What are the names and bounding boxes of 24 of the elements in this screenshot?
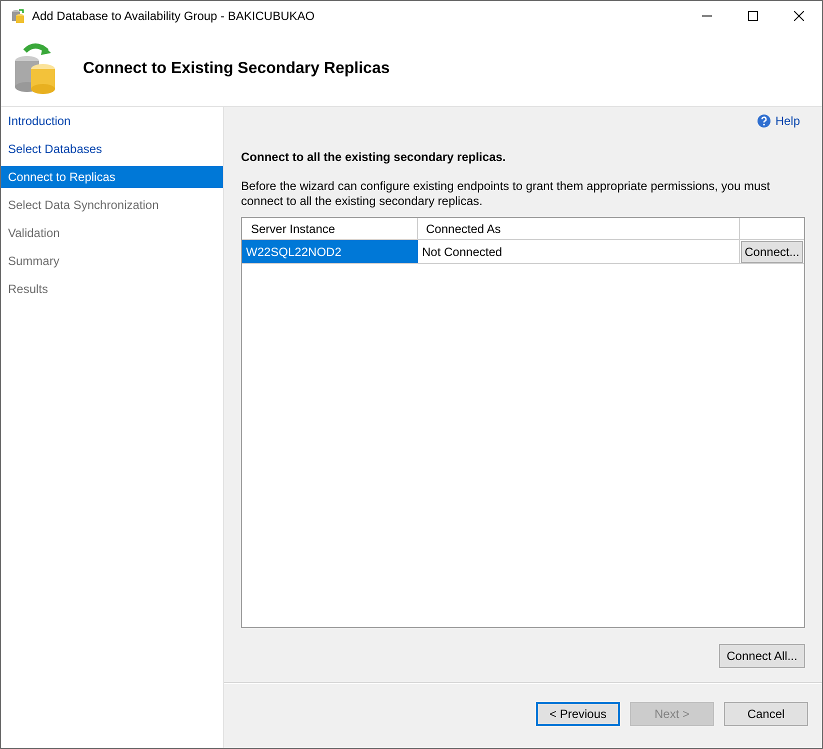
- sidebar-item[interactable]: Introduction: [1, 110, 223, 132]
- sidebar-item[interactable]: Results: [1, 278, 223, 300]
- maximize-icon: [748, 11, 758, 21]
- window-title: Add Database to Availability Group - BAKICUBUKAO: [32, 8, 315, 25]
- cancel-button[interactable]: Cancel: [724, 702, 808, 726]
- sidebar-item[interactable]: Select Databases: [1, 138, 223, 160]
- section-heading: Connect to all the existing secondary replicas.: [241, 149, 507, 166]
- sidebar-item[interactable]: Connect to Replicas: [1, 166, 223, 188]
- connect-button[interactable]: Connect...: [741, 240, 803, 262]
- column-header: Connected As: [418, 218, 740, 239]
- table-cell: Not Connected: [418, 240, 740, 263]
- sidebar-item[interactable]: Validation: [1, 222, 223, 244]
- page-heading: Connect to Existing Secondary Replicas: [83, 58, 390, 78]
- connect-all-button[interactable]: Connect All...: [719, 644, 805, 668]
- table-cell: W22SQL22NOD2: [242, 240, 418, 263]
- help-link[interactable]: Help: [757, 112, 800, 130]
- database-icon: [10, 8, 26, 24]
- close-icon: [794, 11, 804, 21]
- help-icon: [757, 114, 772, 128]
- sidebar-item[interactable]: Select Data Synchronization: [1, 194, 223, 216]
- description-text: Before the wizard can configure existing endpoints to grant them appropriate permissions, you must connect to all the existing secondary replicas.: [241, 179, 771, 209]
- column-header: Server Instance: [242, 218, 418, 239]
- sidebar-item[interactable]: Summary: [1, 250, 223, 272]
- previous-button[interactable]: < Previous: [536, 702, 620, 726]
